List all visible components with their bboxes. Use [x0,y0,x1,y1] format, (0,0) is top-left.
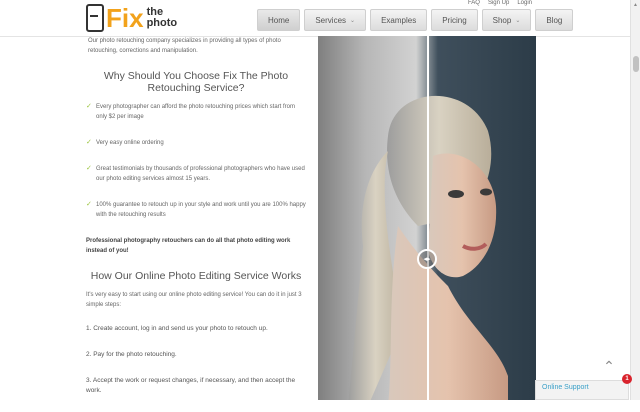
how-intro: It's very easy to start using our online… [86,292,302,308]
nav-pricing-label: Pricing [442,15,467,25]
bullet-text: Very easy online ordering [96,140,164,146]
logo-icon [86,4,104,32]
list-item: ✓ Great testimonials by thousands of prof… [86,164,306,184]
top-links: FAQ Sign Up Login [468,0,532,6]
logo-photo-text: photo [146,17,178,29]
compare-divider[interactable] [427,36,429,400]
scrollbar-thumb[interactable] [633,56,639,72]
nav-services[interactable]: Services ⌄ [304,9,367,31]
chevron-down-icon: ⌄ [515,17,521,24]
main-nav: Home Services ⌄ Examples Pricing Shop ⌄ Bl… [257,9,574,31]
main-content: Our photo retouching company specializes… [86,36,306,412]
how-title: How Our Online Photo Editing Service Wor… [90,270,302,282]
scroll-up-icon[interactable]: ▲ [633,2,638,8]
check-icon: ✓ [86,103,92,110]
bullet-text: 100% guarantee to retouch up in your sty… [96,202,306,218]
chevron-down-icon: ⌄ [350,17,356,24]
site-header: Fix the photo FAQ Sign Up Login Home Ser… [0,0,630,37]
nav-blog[interactable]: Blog [535,9,574,31]
logo-fix-text: Fix [106,3,144,33]
nav-services-label: Services [315,15,347,25]
step-item: 2. Pay for the photo retouching. [86,351,177,358]
chevron-up-icon[interactable]: ⌃ [600,358,618,374]
login-link[interactable]: Login [517,0,532,6]
step-item: 1. Create account, log in and send us yo… [86,325,268,332]
list-item: ✓ 100% guarantee to retouch up in your st… [86,200,306,220]
nav-examples-label: Examples [381,15,417,25]
bullet-text: Every photographer can afford the photo … [96,104,295,120]
online-support-widget[interactable]: Online Support [535,380,629,400]
signup-link[interactable]: Sign Up [488,0,509,6]
logo-subtext: the photo [147,7,178,29]
check-icon: ✓ [86,165,92,172]
nav-home[interactable]: Home [257,9,301,31]
faq-link[interactable]: FAQ [468,0,480,6]
online-support-label: Online Support [542,384,589,391]
before-after-photo: ◂▸ [318,36,536,400]
nav-home-label: Home [268,15,290,25]
nav-examples[interactable]: Examples [370,9,428,31]
site-logo[interactable]: Fix the photo [86,3,177,33]
check-icon: ✓ [86,201,92,208]
notification-badge: 1 [622,374,632,384]
bullet-text: Great testimonials by thousands of profe… [96,166,305,182]
check-icon: ✓ [86,139,92,146]
compare-arrows-icon[interactable]: ◂▸ [417,249,437,269]
step-item: 3. Accept the work or request changes, i… [86,377,296,394]
why-title: Why Should You Choose Fix The Photo Reto… [103,70,289,94]
nav-shop-label: Shop [492,15,512,25]
nav-shop[interactable]: Shop ⌄ [481,9,532,31]
page-scrollbar[interactable]: ▲ [630,0,640,400]
list-item: ✓ Very easy online ordering [86,138,306,148]
intro-text: Our photo retouching company specializes… [88,38,281,54]
nav-pricing[interactable]: Pricing [431,9,478,31]
list-item: ✓ Every photographer can afford the photo… [86,102,306,122]
nav-blog-label: Blog [546,15,563,25]
strong-statement: Professional photography retouchers can … [86,238,291,254]
